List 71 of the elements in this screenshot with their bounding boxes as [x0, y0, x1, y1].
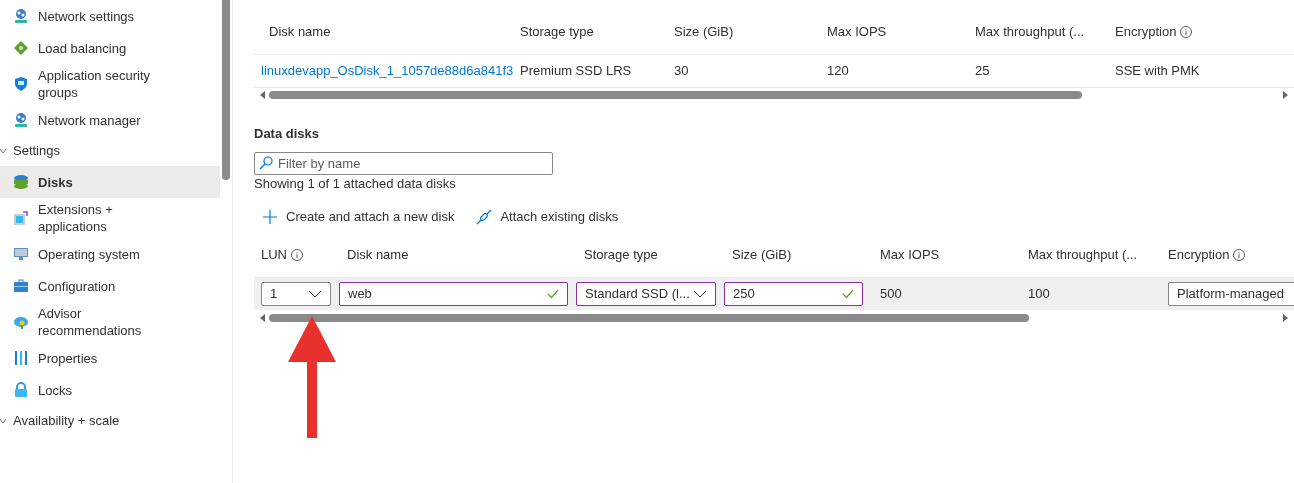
- sidebar-item[interactable]: Configuration: [0, 270, 220, 302]
- chevron-down-icon: [308, 290, 322, 298]
- info-icon[interactable]: [1233, 249, 1246, 261]
- encryption-field[interactable]: Platform-managed: [1168, 282, 1294, 306]
- table-cell-text: 120: [827, 62, 849, 81]
- column-header: Size (GiB): [732, 246, 792, 265]
- sidebar-item[interactable]: Network settings: [0, 0, 220, 32]
- diamond-icon: [13, 40, 29, 56]
- column-header: Encryption: [1168, 246, 1230, 265]
- sidebar-item[interactable]: Extensions + applications: [0, 198, 220, 238]
- dropdown[interactable]: 1: [261, 282, 331, 306]
- chevron-icon[interactable]: [0, 148, 6, 154]
- group-label[interactable]: Settings: [13, 141, 60, 161]
- sidebar-item[interactable]: Load balancing: [0, 32, 220, 64]
- scrollbar-thumb[interactable]: [222, 0, 230, 180]
- shield-icon: [13, 76, 29, 92]
- chevron-down-icon: [693, 290, 707, 298]
- toolbar-button[interactable]: Attach existing disks: [468, 207, 619, 227]
- scrollbar-thumb[interactable]: [269, 91, 1082, 99]
- scroll-right-icon[interactable]: [1283, 91, 1288, 99]
- column-header: Encryption: [1115, 23, 1177, 42]
- scroll-right-icon[interactable]: [1283, 314, 1288, 322]
- column-header: Max IOPS: [880, 246, 940, 265]
- toolbar-button[interactable]: Create and attach a new disk: [254, 207, 455, 227]
- table-cell-text: 30: [674, 62, 689, 81]
- input-field[interactable]: web: [339, 282, 568, 306]
- table-cell-text: 500: [880, 285, 902, 304]
- sidebar-item[interactable]: Locks: [0, 374, 220, 406]
- info-icon[interactable]: [291, 249, 303, 261]
- sidebar-item[interactable]: Application security groups: [0, 64, 220, 104]
- cloud-icon: [13, 314, 29, 330]
- sidebar-item[interactable]: Properties: [0, 342, 220, 374]
- table-cell-text: Premium SSD LRS: [520, 62, 632, 81]
- chevron-icon[interactable]: [0, 418, 6, 424]
- sidebar-item[interactable]: Advisor recommendations: [0, 302, 220, 342]
- input-field[interactable]: 250: [724, 282, 863, 306]
- sidebar-item[interactable]: Network manager: [0, 104, 220, 136]
- scroll-left-icon[interactable]: [260, 91, 265, 99]
- result-count: Showing 1 of 1 attached data disks: [254, 175, 457, 193]
- disk-icon: [13, 174, 29, 190]
- section-title: Data disks: [254, 125, 321, 143]
- column-header: Max IOPS: [827, 23, 887, 42]
- table-cell-text: SSE with PMK: [1115, 62, 1200, 81]
- scroll-left-icon[interactable]: [260, 314, 265, 322]
- column-header: Max throughput (...: [1028, 246, 1138, 265]
- sidebar-item[interactable]: Operating system: [0, 238, 220, 270]
- dropdown[interactable]: Standard SSD (l...: [576, 282, 716, 306]
- column-header: Disk name: [347, 246, 409, 265]
- toolbox-icon: [13, 278, 29, 294]
- disk-name-link[interactable]: linuxdevapp_OsDisk_1_1057de88d6a841f3: [261, 61, 514, 81]
- plus-icon: [262, 209, 278, 225]
- lock-icon: [13, 382, 29, 398]
- link-icon: [476, 209, 493, 225]
- column-header: Disk name: [269, 23, 331, 42]
- column-header: Max throughput (...: [975, 23, 1085, 42]
- group-label[interactable]: Availability + scale: [13, 411, 120, 431]
- monitor-icon: [13, 246, 29, 262]
- sidebar-item[interactable]: Disks: [0, 166, 220, 198]
- scrollbar-thumb[interactable]: [269, 314, 1029, 322]
- table-cell-text: 25: [975, 62, 990, 81]
- filter-field[interactable]: Filter by name: [254, 152, 553, 175]
- table-cell-text: 100: [1028, 285, 1050, 304]
- column-header: Storage type: [520, 23, 594, 42]
- network-icon: [13, 8, 29, 24]
- bars-icon: [13, 350, 29, 366]
- window-icon: [13, 210, 29, 226]
- info-icon[interactable]: [1180, 26, 1193, 38]
- column-header: Storage type: [584, 246, 658, 265]
- column-header: Size (GiB): [674, 23, 734, 42]
- network-icon: [13, 112, 29, 128]
- column-header: LUN: [261, 246, 287, 265]
